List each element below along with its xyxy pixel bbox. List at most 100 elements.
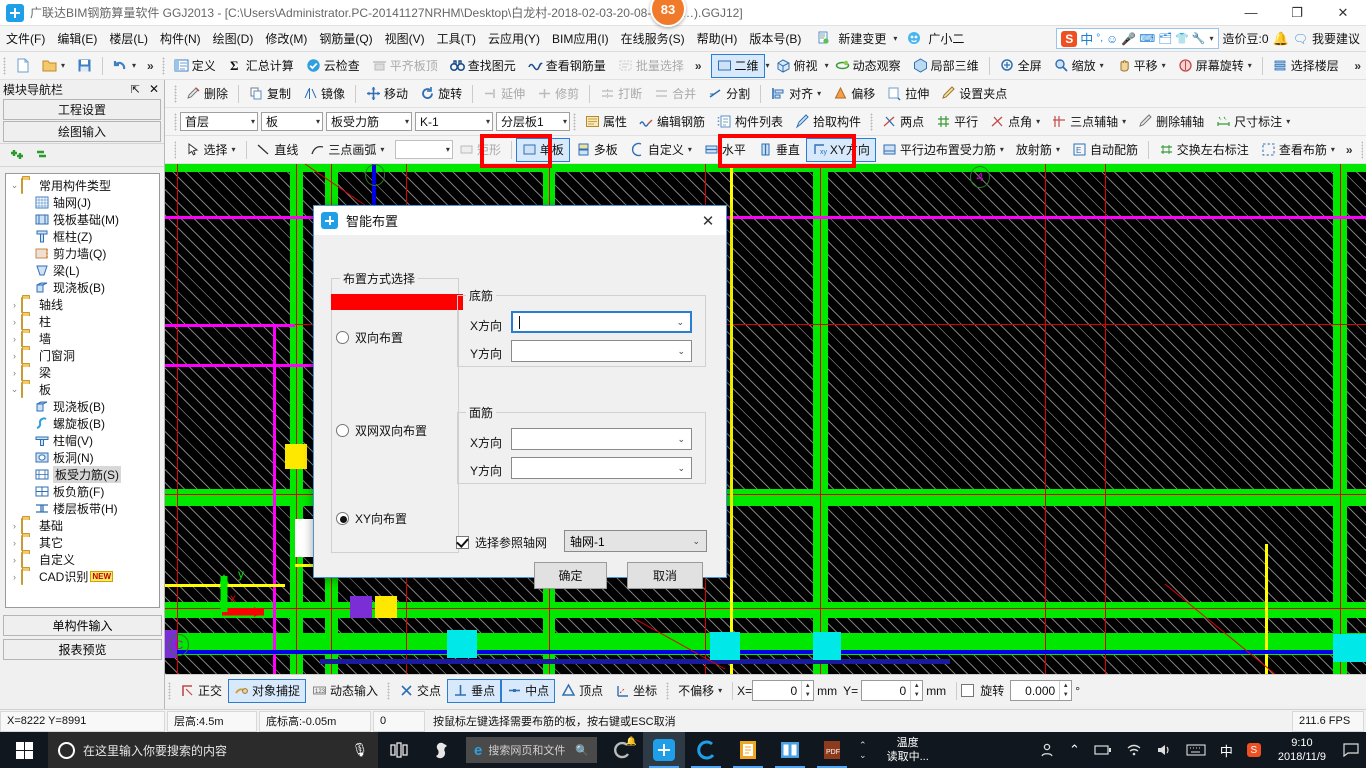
tree-item-group[interactable]: › 轴线 [6,296,159,313]
tree-item-group[interactable]: › CAD识别 NEW [6,568,159,585]
task-view-icon[interactable] [378,732,420,768]
chevron-down-icon[interactable]: ▾ [1036,117,1040,126]
menu-item-draw[interactable]: 绘图(D) [207,27,260,50]
keyboard-icon[interactable] [1179,732,1213,768]
tree-item-group[interactable]: › 其它 [6,534,159,551]
y-offset-stepper[interactable]: ▲ ▼ [910,681,922,700]
chevron-right-icon[interactable]: › [8,351,21,361]
toolbar-button-dimension[interactable]: 尺寸标注 ▾ [1210,110,1296,134]
toolbar-button-summary-calc[interactable]: Σ 汇总计算 [222,54,300,78]
close-button[interactable]: ✕ [1320,0,1366,26]
chevron-right-icon[interactable]: › [8,300,21,310]
chevron-right-icon[interactable]: › [8,368,21,378]
tree-item-leaf[interactable]: 框柱(Z) [6,228,159,245]
menu-item-edit[interactable]: 编辑(E) [51,27,103,50]
tree-item-leaf[interactable]: 轴网(J) [6,194,159,211]
toolbar-button-custom[interactable]: 自定义 ▾ [624,138,698,162]
menu-item-help[interactable]: 帮助(H) [691,27,744,50]
toolbar-button-break[interactable]: 打断 [594,82,648,106]
toolbar-button-auto-rebar[interactable]: E 自动配筋 [1066,138,1144,162]
chevron-down-icon[interactable]: ⌄ [8,384,21,395]
chevron-down-icon[interactable]: ▾ [1286,117,1290,126]
tree-item-leaf[interactable]: 柱帽(V) [6,432,159,449]
toolbar-button-multi-slab[interactable]: 多板 [570,138,624,162]
tree-item-leaf[interactable]: 楼层板带(H) [6,500,159,517]
wrench-icon[interactable]: 🔧 [1192,32,1206,45]
chevron-down-icon[interactable]: ▾ [482,117,490,126]
toolbar-button-line[interactable]: 直线 [250,138,304,162]
menu-item-rebar[interactable]: 钢筋量(Q) [313,27,378,50]
toolbar-button-three-point-axis[interactable]: 三点辅轴 ▾ [1046,110,1132,134]
toolbar-grip[interactable] [174,84,177,103]
snapbar-grip[interactable] [168,681,171,700]
chevron-down-icon[interactable]: ⌄ [671,434,691,445]
ime-punct-icon[interactable]: °, [1096,33,1103,44]
chevron-down-icon[interactable]: ⌄ [686,536,706,547]
chevron-down-icon[interactable]: ▾ [718,686,722,695]
taskbar-clock[interactable]: 9:10 2018/11/9 [1268,736,1336,764]
chevron-down-icon[interactable]: ⌄ [670,317,690,328]
search-icon[interactable]: 🔍 [575,744,589,757]
toolbar-button-delete[interactable]: 删除 [180,82,234,106]
bottom-y-combo[interactable]: ⌄ [511,340,692,362]
toolbar-overflow-button[interactable]: » [1349,59,1366,73]
menu-item-bim[interactable]: BIM应用(I) [546,27,615,50]
component-tree[interactable]: ⌄ 常用构件类型 轴网(J) 筏板基础(M) 框柱(Z) 剪力墙(Q) 梁(L) 现浇板(B)… [5,173,160,608]
sidebar-tab-single-component-input[interactable]: 单构件输入 [3,615,162,636]
toolbar-grip[interactable] [1360,140,1364,159]
toolbar-button-rotate[interactable]: 旋转 [414,82,468,106]
toolbar-button-screen-rotate[interactable]: 屏幕旋转 ▾ [1172,54,1258,78]
chevron-down-icon[interactable]: ▾ [380,145,384,154]
chevron-down-icon[interactable]: ▾ [312,117,320,126]
toolbar-button-arc[interactable]: 三点画弧 ▾ [304,138,390,162]
toolbar-button-delete-axis[interactable]: 删除辅轴 [1132,110,1210,134]
toolbar-button-single-slab[interactable]: 单板 [515,137,570,162]
rotate-stepper[interactable]: ▲ ▼ [1059,681,1071,700]
chevron-down-icon[interactable]: ▾ [1248,61,1252,70]
sidebar-tab-draw-input[interactable]: 绘图输入 [3,121,161,142]
menu-item-modify[interactable]: 修改(M) [259,27,313,50]
chevron-right-icon[interactable]: › [8,334,21,344]
toolbar-button-select[interactable]: 选择 ▾ [179,138,241,162]
menu-item-component[interactable]: 构件(N) [154,27,207,50]
taskbar-scroll-arrows[interactable]: ⌃ ⌄ [853,740,873,760]
battery-icon[interactable] [1087,732,1119,768]
chevron-right-icon[interactable]: › [8,538,21,548]
snap-button-intersection[interactable]: 交点 [393,679,447,703]
edge-search-box[interactable]: e 搜索网页和文件 🔍 [466,737,598,763]
chevron-down-icon[interactable]: ⌄ [671,463,691,474]
save-file-button[interactable] [71,54,98,78]
toolbar-button-top-view[interactable]: 俯视 [770,54,824,78]
toolbar-grip[interactable] [3,56,6,75]
radio-dot[interactable] [336,512,349,525]
toolbar-button-select-floor[interactable]: 选择楼层 [1267,54,1345,78]
toolbar-overflow-button[interactable]: » [1341,143,1358,157]
add-component-icon[interactable] [8,147,26,164]
toolbar-button-two-point[interactable]: 两点 [876,110,930,134]
wifi-icon[interactable] [1119,732,1149,768]
toolbar-button-horizontal[interactable]: 水平 [698,138,752,162]
toolbar-button-extend[interactable]: 延伸 [477,82,531,106]
toolbar-button-fullscreen[interactable]: 全屏 [994,54,1048,78]
snap-button-perpendicular[interactable]: 垂点 [447,678,502,703]
undo-button[interactable]: ▾ [107,54,142,78]
chevron-down-icon[interactable]: ▾ [893,34,897,43]
snap-button-object-snap[interactable]: 对象捕捉 [228,678,307,703]
toolbar-button-point-angle[interactable]: 点角 ▾ [984,110,1046,134]
chevron-down-icon[interactable]: ▾ [688,145,692,154]
dictionary-icon[interactable] [769,732,811,768]
toolbar-button-parallel[interactable]: 平行 [930,110,984,134]
menu-item-floor[interactable]: 楼层(L) [103,27,154,50]
tree-item-group[interactable]: ⌄ 板 [6,381,159,398]
radio-dot[interactable] [336,331,349,344]
toolbar-button-radial-rebar[interactable]: 放射筋 ▾ [1010,138,1066,162]
toolbar-button-find-element[interactable]: 查找图元 [444,54,522,78]
rotate-input[interactable]: 0.000 ▲ ▼ [1010,680,1073,701]
offset-mode-selector[interactable]: 不偏移 ▾ [672,679,728,703]
toolbar-grip[interactable] [573,112,576,131]
tree-item-leaf[interactable]: 梁(L) [6,262,159,279]
toolbar-button-swap-label[interactable]: 交换左右标注 [1153,138,1255,162]
tree-item-group[interactable]: ⌄ 常用构件类型 [6,177,159,194]
category-selector[interactable]: 板 ▾ [261,112,323,131]
glodon-cloud-icon[interactable]: 🔔 [601,732,643,768]
